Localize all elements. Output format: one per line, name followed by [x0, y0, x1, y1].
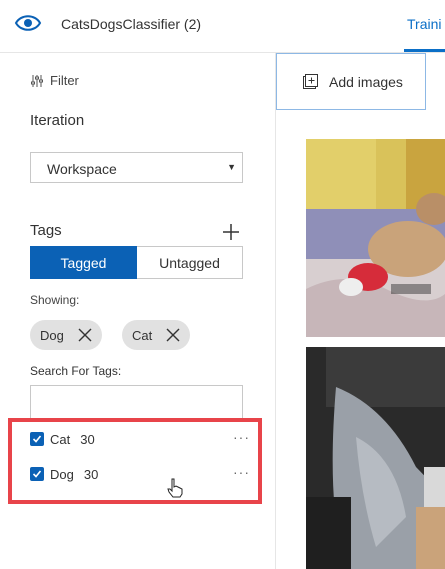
untagged-toggle-button[interactable]: Untagged: [137, 246, 243, 279]
project-title: CatsDogsClassifier (2): [61, 16, 202, 32]
filter-sliders-icon: [31, 74, 43, 87]
tagged-toggle-button[interactable]: Tagged: [30, 246, 137, 279]
tag-chip-label: Cat: [132, 327, 153, 343]
image-thumbnail[interactable]: [306, 139, 445, 337]
add-images-button[interactable]: Add images: [276, 53, 426, 110]
eye-icon[interactable]: [14, 12, 42, 34]
top-bar: CatsDogsClassifier (2) Traini: [0, 0, 445, 53]
search-tags-input[interactable]: [30, 385, 243, 421]
tag-chip-label: Dog: [40, 327, 64, 343]
add-tag-plus-icon[interactable]: [222, 223, 240, 241]
close-icon[interactable]: [78, 328, 92, 342]
image-thumbnail[interactable]: [306, 347, 445, 569]
dropdown-caret-icon: ▼: [227, 162, 236, 172]
tab-training[interactable]: Traini: [407, 16, 442, 32]
iteration-heading: Iteration: [30, 112, 85, 129]
tab-training-underline: [404, 49, 445, 52]
hand-pointer-cursor-icon: [167, 478, 183, 498]
filter-button[interactable]: Filter: [30, 73, 79, 88]
tag-chip-dog: Dog: [30, 320, 102, 350]
tagged-untagged-toggle: Tagged Untagged: [30, 246, 243, 279]
dog-photo-image: [306, 347, 445, 569]
showing-label: Showing:: [30, 293, 80, 307]
close-icon[interactable]: [166, 328, 180, 342]
tag-chip-cat: Cat: [122, 320, 191, 350]
add-image-icon: [303, 74, 318, 89]
add-images-label: Add images: [329, 74, 403, 90]
search-tags-label: Search For Tags:: [30, 364, 122, 378]
iteration-selected-value: Workspace: [47, 161, 117, 177]
filter-label: Filter: [50, 73, 79, 88]
iteration-select[interactable]: Workspace ▼: [30, 152, 243, 183]
highlight-annotation-box: [8, 418, 262, 504]
dog-photo-image: [306, 139, 445, 337]
tags-heading: Tags: [30, 222, 62, 239]
